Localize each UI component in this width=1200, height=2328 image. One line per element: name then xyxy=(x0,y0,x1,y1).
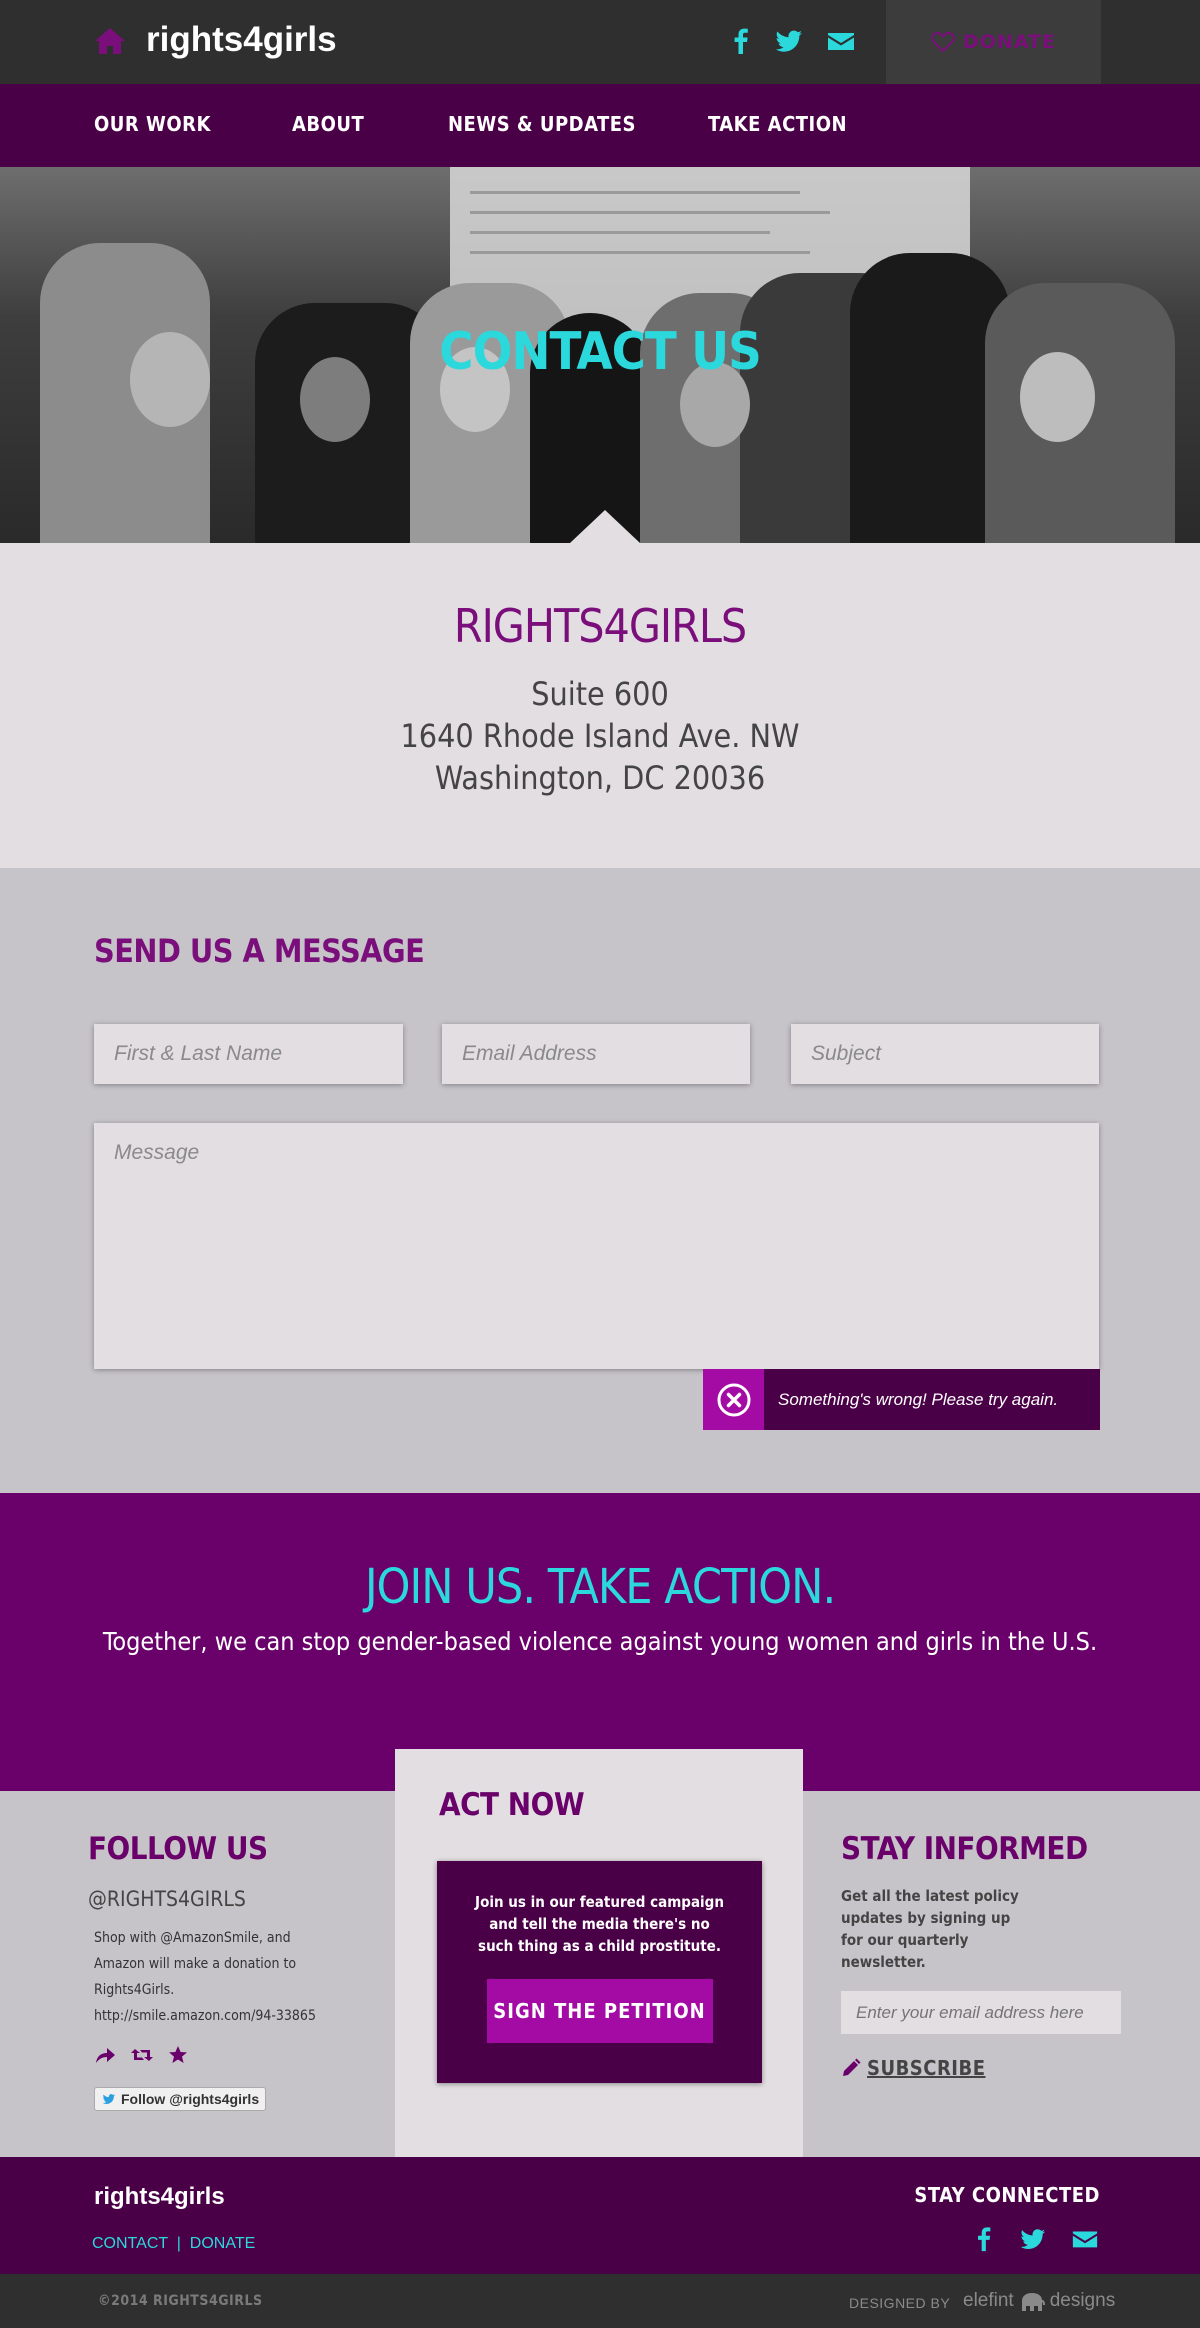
donate-label: DONATE xyxy=(963,31,1056,53)
message-textarea[interactable] xyxy=(94,1123,1099,1369)
error-message: Something's wrong! Please try again. xyxy=(703,1369,1100,1430)
address-section: RIGHTS4GIRLS Suite 600 1640 Rhode Island… xyxy=(0,543,1200,868)
campaign-text: Join us in our featured campaign and tel… xyxy=(475,1893,724,1955)
join-banner: JOIN US. TAKE ACTION. Together, we can s… xyxy=(0,1493,1200,1791)
site-logo[interactable]: rights4girls xyxy=(146,20,337,60)
top-bar: rights4girls DONATE xyxy=(0,0,1200,84)
email-input[interactable] xyxy=(442,1024,750,1084)
error-text: Something's wrong! Please try again. xyxy=(778,1389,1059,1409)
designer-logo[interactable]: elefint designs xyxy=(963,2290,1115,2312)
subscribe-label: SUBSCRIBE xyxy=(867,2056,986,2080)
nav-item-take-action[interactable]: TAKE ACTION xyxy=(708,112,847,136)
pencil-icon xyxy=(843,2058,861,2076)
act-now-panel: ACT NOW Join us in our featured campaign… xyxy=(395,1749,803,2157)
close-icon xyxy=(717,1383,750,1416)
footer-donate-link[interactable]: DONATE xyxy=(190,2235,255,2252)
hero-banner: CONTACT US xyxy=(0,167,1200,543)
facebook-icon[interactable] xyxy=(969,2225,999,2253)
join-subtitle: Together, we can stop gender-based viole… xyxy=(102,1627,1098,1656)
footer-columns: FOLLOW US @RIGHTS4GIRLS Shop with @Amazo… xyxy=(0,1749,1200,2157)
main-nav: OUR WORK ABOUT NEWS & UPDATES TAKE ACTIO… xyxy=(0,84,1200,167)
page-title: CONTACT US xyxy=(439,322,762,382)
address-line-1: Suite 600 xyxy=(531,675,669,713)
footer-links: CONTACT | DONATE xyxy=(92,2235,255,2253)
nav-item-news-updates[interactable]: NEWS & UPDATES xyxy=(448,112,636,136)
act-now-heading: ACT NOW xyxy=(439,1787,585,1823)
reply-icon[interactable] xyxy=(94,2045,116,2065)
subject-input[interactable] xyxy=(791,1024,1099,1084)
contact-form: SEND US A MESSAGE Something's wrong! Ple… xyxy=(0,868,1200,1493)
nav-item-our-work[interactable]: OUR WORK xyxy=(94,112,211,136)
elephant-icon xyxy=(1021,2293,1045,2311)
designer-name-right: designs xyxy=(1049,2290,1116,2311)
newsletter-email-input[interactable] xyxy=(841,1991,1121,2034)
facebook-icon[interactable] xyxy=(726,26,756,56)
home-icon[interactable] xyxy=(94,26,126,56)
tweet-actions xyxy=(94,2045,348,2065)
nav-item-about[interactable]: ABOUT xyxy=(292,112,364,136)
hero-photo-detail xyxy=(470,191,800,194)
hero-photo-detail xyxy=(470,251,810,254)
twitter-icon[interactable] xyxy=(1018,2225,1048,2253)
address-line-2: 1640 Rhode Island Ave. NW xyxy=(400,717,800,755)
join-title: JOIN US. TAKE ACTION. xyxy=(364,1559,836,1615)
follow-button-label: Follow @rights4girls xyxy=(121,2091,260,2107)
latest-tweet: Shop with @AmazonSmile, and Amazon will … xyxy=(94,1930,316,2024)
footer-link-separator: | xyxy=(176,2235,181,2252)
site-footer: rights4girls CONTACT | DONATE STAY CONNE… xyxy=(0,2157,1200,2274)
follow-us-heading: FOLLOW US xyxy=(88,1831,268,1867)
follow-us-column: FOLLOW US @RIGHTS4GIRLS Shop with @Amazo… xyxy=(88,1791,348,2111)
newsletter-description: Get all the latest policy updates by sig… xyxy=(841,1887,1019,1971)
donate-button[interactable]: DONATE xyxy=(886,0,1101,84)
name-input[interactable] xyxy=(94,1024,403,1084)
designer-name-left: elefint xyxy=(963,2290,1014,2311)
hero-notch xyxy=(570,510,640,543)
designed-by-label: DESIGNED BY xyxy=(849,2295,951,2311)
hero-photo-detail xyxy=(470,231,770,234)
retweet-icon[interactable] xyxy=(130,2045,154,2065)
subscribe-button[interactable]: SUBSCRIBE xyxy=(841,2056,1141,2080)
stay-informed-heading: STAY INFORMED xyxy=(841,1831,1088,1867)
bottom-bar: ©2014 RIGHTS4GIRLS DESIGNED BY elefint d… xyxy=(0,2274,1200,2328)
stay-connected-heading: STAY CONNECTED xyxy=(914,2183,1100,2207)
twitter-handle[interactable]: @RIGHTS4GIRLS xyxy=(88,1887,348,1911)
favorite-star-icon[interactable] xyxy=(168,2045,188,2065)
stay-informed-column: STAY INFORMED Get all the latest policy … xyxy=(841,1791,1141,2080)
hero-photo-detail xyxy=(470,211,830,214)
address-line-3: Washington, DC 20036 xyxy=(434,759,766,797)
footer-contact-link[interactable]: CONTACT xyxy=(92,2235,168,2252)
form-heading: SEND US A MESSAGE xyxy=(94,932,425,970)
error-close-button[interactable] xyxy=(703,1369,764,1430)
twitter-bird-icon xyxy=(102,2094,116,2104)
email-icon[interactable] xyxy=(1070,2225,1100,2253)
heart-icon xyxy=(931,32,955,53)
email-icon[interactable] xyxy=(826,26,856,56)
twitter-follow-button[interactable]: Follow @rights4girls xyxy=(94,2087,267,2111)
campaign-card: Join us in our featured campaign and tel… xyxy=(437,1861,762,2083)
sign-petition-button[interactable]: SIGN THE PETITION xyxy=(486,1979,713,2043)
twitter-icon[interactable] xyxy=(774,26,804,56)
copyright: ©2014 RIGHTS4GIRLS xyxy=(98,2293,263,2309)
footer-logo[interactable]: rights4girls xyxy=(94,2183,225,2211)
org-name: RIGHTS4GIRLS xyxy=(453,599,747,653)
